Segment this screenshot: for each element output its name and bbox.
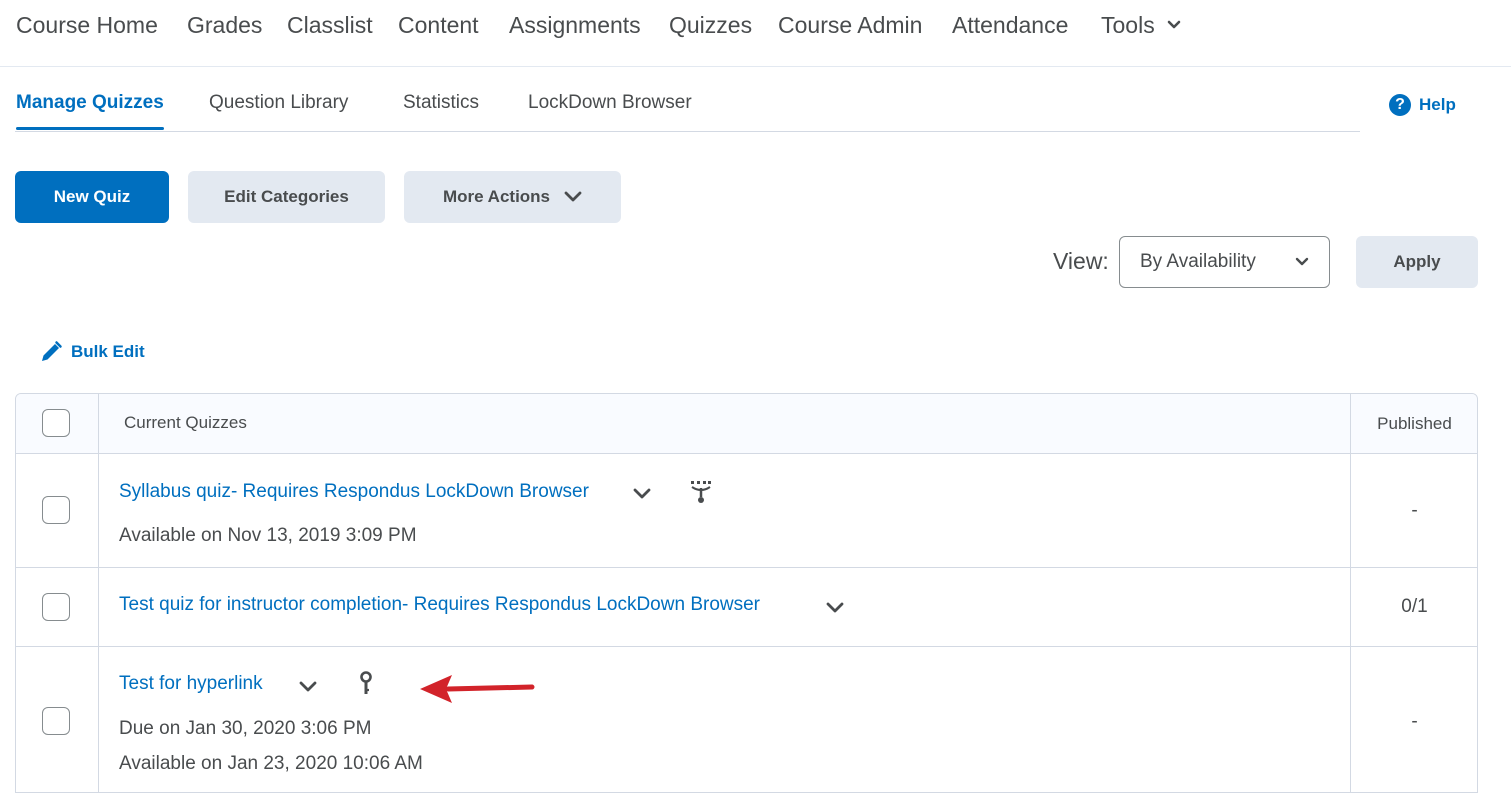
nav-tools-label: Tools <box>1101 12 1155 38</box>
new-quiz-button[interactable]: New Quiz <box>15 171 169 223</box>
chevron-down-icon <box>1167 20 1181 29</box>
quiz-table: Current Quizzes Published Syllabus quiz-… <box>15 393 1478 793</box>
row-check-cell <box>16 454 99 567</box>
column-header-current-quizzes: Current Quizzes <box>124 413 247 432</box>
tab-lockdown-browser[interactable]: LockDown Browser <box>528 92 692 114</box>
bulk-edit-label: Bulk Edit <box>71 342 145 361</box>
help-link[interactable]: ? Help <box>1389 94 1456 116</box>
table-row: Test for hyperlink Due on Jan 30, 2020 3… <box>16 647 1477 792</box>
apply-button[interactable]: Apply <box>1356 236 1478 288</box>
key-icon <box>360 671 372 694</box>
nav-assignments[interactable]: Assignments <box>509 12 641 39</box>
column-header-published: Published <box>1350 394 1477 453</box>
row-checkbox[interactable] <box>42 707 70 735</box>
row-check-cell <box>16 568 99 646</box>
nav-content[interactable]: Content <box>398 12 479 39</box>
published-value: - <box>1350 647 1477 792</box>
quiz-subtabs: Manage Quizzes Question Library Statisti… <box>15 70 1360 132</box>
quiz-availability: Available on Nov 13, 2019 3:09 PM <box>119 525 417 546</box>
table-row: Syllabus quiz- Requires Respondus LockDo… <box>16 454 1477 568</box>
select-all-checkbox[interactable] <box>42 409 70 437</box>
quiz-due-date: Due on Jan 30, 2020 3:06 PM <box>119 718 372 739</box>
nav-course-admin[interactable]: Course Admin <box>778 12 922 39</box>
row-checkbox[interactable] <box>42 593 70 621</box>
nav-tools[interactable]: Tools <box>1101 12 1181 39</box>
nav-grades[interactable]: Grades <box>187 12 262 39</box>
row-checkbox[interactable] <box>42 496 70 524</box>
header-check-cell <box>16 394 99 453</box>
quiz-title-link[interactable]: Syllabus quiz- Requires Respondus LockDo… <box>119 481 589 503</box>
published-value: - <box>1350 454 1477 567</box>
chevron-down-icon <box>1295 257 1309 266</box>
chevron-down-icon[interactable] <box>826 602 844 614</box>
quiz-title-link[interactable]: Test for hyperlink <box>119 673 263 695</box>
table-row: Test quiz for instructor completion- Req… <box>16 568 1477 647</box>
release-conditions-icon <box>691 481 711 503</box>
edit-categories-button[interactable]: Edit Categories <box>188 171 385 223</box>
nav-quizzes[interactable]: Quizzes <box>669 12 752 39</box>
tab-question-library[interactable]: Question Library <box>209 92 348 114</box>
help-circle-icon: ? <box>1389 94 1411 116</box>
chevron-down-icon[interactable] <box>299 681 317 693</box>
help-label: Help <box>1419 95 1456 114</box>
more-actions-button[interactable]: More Actions <box>404 171 621 223</box>
more-actions-label: More Actions <box>442 187 551 206</box>
published-value: 0/1 <box>1350 568 1477 646</box>
quiz-title-link[interactable]: Test quiz for instructor completion- Req… <box>119 594 760 616</box>
chevron-down-icon <box>564 191 582 202</box>
tab-manage-quizzes[interactable]: Manage Quizzes <box>16 92 164 130</box>
chevron-down-icon[interactable] <box>633 488 651 500</box>
tab-statistics[interactable]: Statistics <box>403 92 479 114</box>
view-label: View: <box>1053 248 1109 274</box>
table-header-row: Current Quizzes Published <box>16 394 1477 454</box>
course-navbar: Course Home Grades Classlist Content Ass… <box>0 0 1511 67</box>
quiz-availability: Available on Jan 23, 2020 10:06 AM <box>119 753 423 774</box>
view-select[interactable]: By Availability <box>1119 236 1330 288</box>
pencil-edit-icon <box>42 341 62 361</box>
nav-attendance[interactable]: Attendance <box>952 12 1068 39</box>
annotation-arrow-icon <box>420 675 535 703</box>
row-check-cell <box>16 647 99 792</box>
view-select-value: By Availability <box>1140 251 1256 272</box>
nav-course-home[interactable]: Course Home <box>16 12 158 39</box>
nav-classlist[interactable]: Classlist <box>287 12 373 39</box>
bulk-edit-button[interactable]: Bulk Edit <box>39 340 145 364</box>
